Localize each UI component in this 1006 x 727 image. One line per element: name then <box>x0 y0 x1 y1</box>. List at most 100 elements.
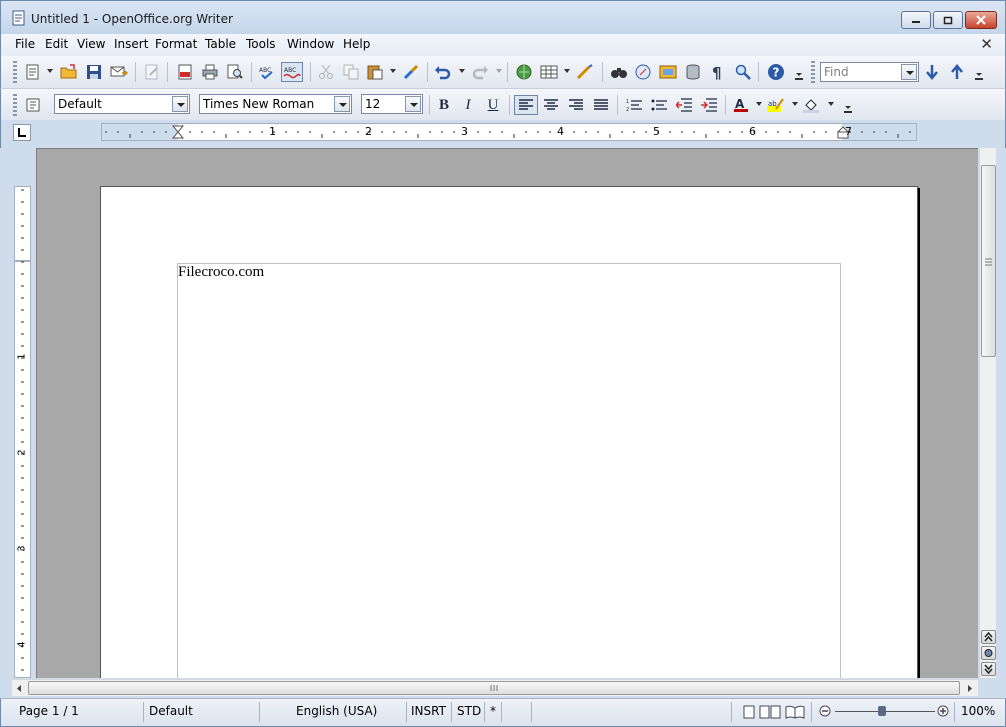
writer-app-icon[interactable] <box>12 10 26 26</box>
align-center-button[interactable] <box>541 95 561 115</box>
highlighting-button[interactable]: ab <box>766 95 786 115</box>
spellcheck-button[interactable]: ABC <box>257 62 277 82</box>
undo-button[interactable] <box>433 62 453 82</box>
redo-button[interactable] <box>470 62 490 82</box>
align-right-button[interactable] <box>566 95 586 115</box>
table-dropdown-arrow[interactable] <box>564 69 570 73</box>
new-document-button[interactable] <box>23 62 43 82</box>
find-previous-button[interactable] <box>947 62 967 82</box>
justify-button[interactable] <box>591 95 611 115</box>
open-button[interactable] <box>59 62 79 82</box>
close-document-button[interactable]: ✕ <box>980 35 993 53</box>
zoom-out-icon[interactable] <box>819 705 831 717</box>
find-next-button[interactable] <box>922 62 942 82</box>
autospellcheck-button[interactable]: ABC <box>281 62 303 82</box>
horizontal-ruler[interactable]: 1 2 3 4 5 6 7 <box>101 123 918 141</box>
document-text[interactable]: Filecroco.com <box>178 264 264 280</box>
copy-button[interactable] <box>341 62 361 82</box>
edit-file-button[interactable] <box>142 62 162 82</box>
book-view-icon[interactable] <box>785 705 805 719</box>
bullets-button[interactable] <box>649 95 669 115</box>
menu-format[interactable]: Format <box>155 37 197 51</box>
new-dropdown-arrow[interactable] <box>47 69 53 73</box>
increase-indent-button[interactable] <box>699 95 719 115</box>
vertical-scrollbar[interactable] <box>979 148 996 678</box>
save-button[interactable] <box>84 62 104 82</box>
toolbar-grip[interactable] <box>13 94 17 116</box>
horizontal-scrollbar[interactable] <box>12 679 978 696</box>
find-input[interactable]: Find <box>820 62 919 82</box>
menu-help[interactable]: Help <box>343 37 370 51</box>
undo-dropdown-arrow[interactable] <box>459 69 465 73</box>
show-draw-functions-button[interactable] <box>575 62 595 82</box>
zoom-in-icon[interactable] <box>937 705 949 717</box>
find-toolbar-overflow-button[interactable] <box>974 62 984 82</box>
zoom-percentage[interactable]: 100% <box>961 704 995 718</box>
toolbar-grip[interactable] <box>13 61 17 83</box>
vertical-scroll-thumb[interactable] <box>981 165 996 357</box>
data-sources-button[interactable] <box>683 62 703 82</box>
background-color-dropdown-arrow[interactable] <box>828 102 834 106</box>
export-pdf-button[interactable] <box>175 62 195 82</box>
document-page[interactable]: Filecroco.com <box>100 186 918 678</box>
menu-insert[interactable]: Insert <box>114 37 148 51</box>
scroll-right-icon[interactable] <box>966 684 974 693</box>
vertical-ruler[interactable]: 1 2 3 4 <box>12 148 32 678</box>
minimize-button[interactable] <box>901 11 931 29</box>
modified-indicator[interactable]: * <box>490 704 496 718</box>
gallery-button[interactable] <box>658 62 678 82</box>
scroll-left-icon[interactable] <box>15 684 23 693</box>
clone-formatting-button[interactable] <box>401 62 421 82</box>
email-button[interactable] <box>109 62 129 82</box>
page-preview-button[interactable] <box>225 62 245 82</box>
menu-file[interactable]: File <box>15 37 35 51</box>
insert-table-button[interactable] <box>539 62 559 82</box>
menu-edit[interactable]: Edit <box>45 37 68 51</box>
paragraph-style-select[interactable]: Default <box>54 94 190 114</box>
decrease-indent-button[interactable] <box>674 95 694 115</box>
text-boundaries[interactable]: Filecroco.com <box>177 263 841 678</box>
toolbar-grip[interactable] <box>811 61 815 83</box>
navigator-button[interactable] <box>633 62 653 82</box>
close-button[interactable] <box>965 11 997 29</box>
paste-dropdown-arrow[interactable] <box>390 69 396 73</box>
font-name-dropdown-arrow[interactable] <box>334 96 350 112</box>
formatting-marks-button[interactable]: ¶ <box>708 62 728 82</box>
paragraph-style-dropdown-arrow[interactable] <box>172 96 188 112</box>
insert-mode-indicator[interactable]: INSRT <box>411 704 446 718</box>
formatting-toolbar-overflow-button[interactable] <box>843 95 853 115</box>
find-dropdown-arrow[interactable] <box>901 64 917 80</box>
hyperlink-button[interactable] <box>514 62 534 82</box>
print-button[interactable] <box>200 62 220 82</box>
underline-button[interactable]: U <box>483 95 503 115</box>
menu-table[interactable]: Table <box>205 37 236 51</box>
language-indicator[interactable]: English (USA) <box>296 704 377 718</box>
font-size-dropdown-arrow[interactable] <box>405 96 421 112</box>
toolbar-overflow-button[interactable] <box>794 62 804 82</box>
menu-tools[interactable]: Tools <box>246 37 276 51</box>
cut-button[interactable] <box>316 62 336 82</box>
next-page-button[interactable] <box>981 662 996 676</box>
menu-window[interactable]: Window <box>287 37 334 51</box>
align-left-button[interactable] <box>514 95 538 115</box>
font-color-dropdown-arrow[interactable] <box>756 102 762 106</box>
maximize-button[interactable] <box>933 11 963 29</box>
help-button[interactable]: ? <box>766 62 786 82</box>
font-color-button[interactable]: A <box>731 95 751 115</box>
single-page-view-icon[interactable] <box>743 705 755 719</box>
redo-dropdown-arrow[interactable] <box>496 69 502 73</box>
styles-formatting-button[interactable] <box>23 95 43 115</box>
tab-stop-selector[interactable] <box>13 124 31 141</box>
font-name-select[interactable]: Times New Roman <box>199 94 352 114</box>
zoom-button[interactable] <box>733 62 753 82</box>
navigation-button[interactable] <box>981 646 996 660</box>
highlighting-dropdown-arrow[interactable] <box>792 102 798 106</box>
numbering-button[interactable]: 12 <box>624 95 644 115</box>
zoom-slider-handle[interactable] <box>878 706 886 716</box>
italic-button[interactable]: I <box>458 95 478 115</box>
multi-page-view-icon[interactable] <box>759 705 781 719</box>
bold-button[interactable]: B <box>434 95 454 115</box>
find-replace-button[interactable] <box>609 62 629 82</box>
paste-button[interactable] <box>365 62 385 82</box>
selection-mode-indicator[interactable]: STD <box>457 704 481 718</box>
